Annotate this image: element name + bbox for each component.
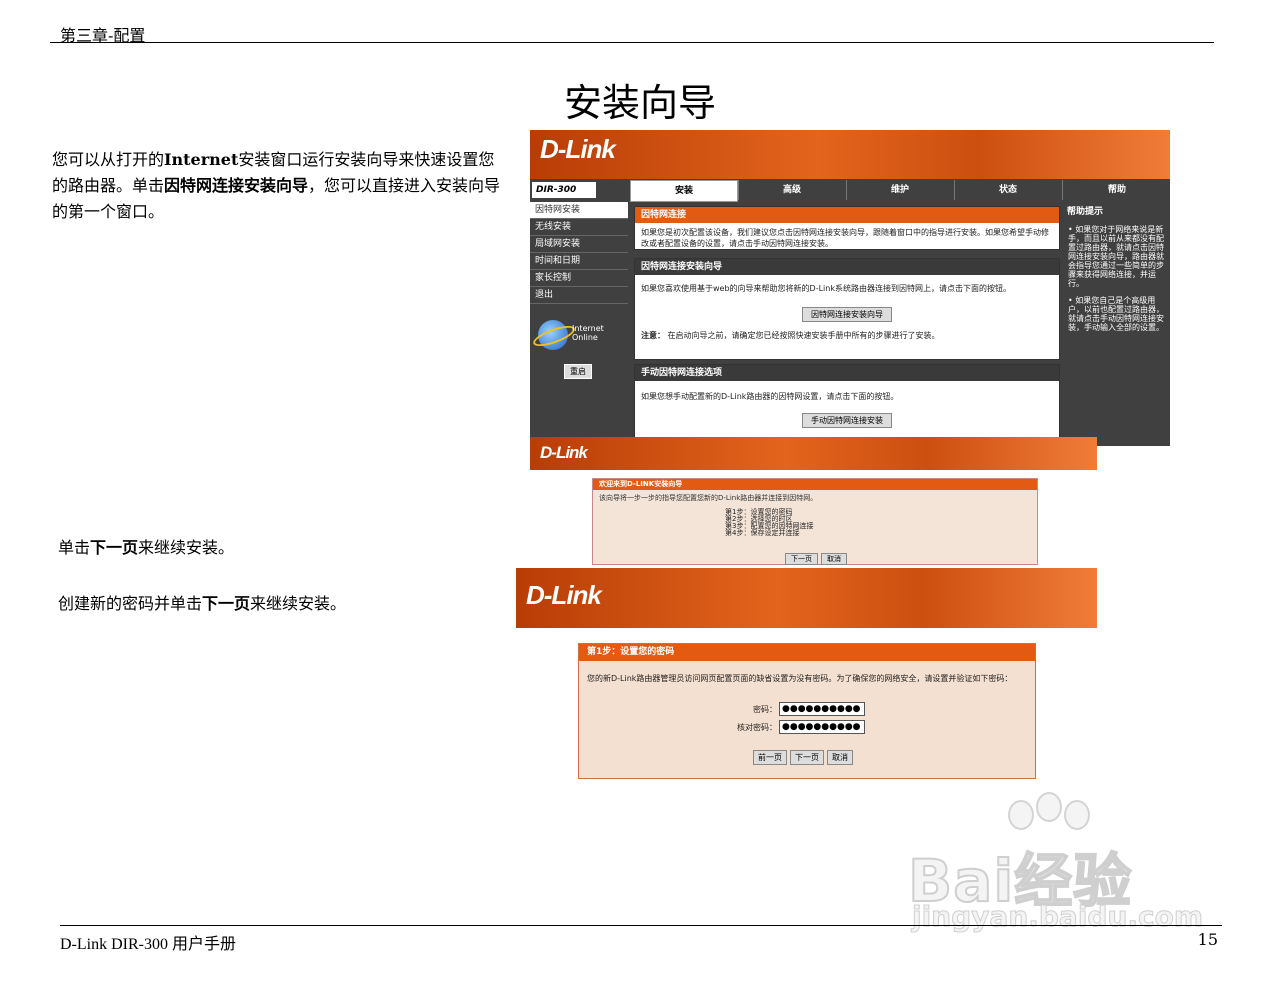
wizard-welcome-screenshot: 欢迎来到D-LINK安装向导 该向导将一步一步的指导您配置您新的D-Link路由… <box>592 478 1038 565</box>
password-banner: D-Link <box>516 568 1097 628</box>
section1-title: 因特网连接 <box>635 207 1059 223</box>
tab-status[interactable]: 状态 <box>954 180 1061 200</box>
tab-advanced[interactable]: 高级 <box>738 180 845 200</box>
intro-bold-wizard: 因特网连接安装向导 <box>164 176 309 195</box>
next-instr-c: 来继续安装。 <box>138 538 235 557</box>
verify-password-label: 核对密码： <box>737 723 777 732</box>
help-title: 帮助提示 <box>1067 207 1104 217</box>
wizard-buttons: 下一页 取消 <box>785 546 850 565</box>
wizard-desc: 该向导将一步一步的指导您配置您新的D-Link路由器并连接到因特网。 <box>599 494 818 502</box>
page-number: 15 <box>1197 930 1218 949</box>
footer-rule <box>60 925 1222 926</box>
dlink-logo-2: D-Link <box>540 443 588 462</box>
internet-explorer-icon <box>538 320 568 350</box>
section2-body: 如果您喜欢使用基于web的向导来帮助您将新的D-Link系统路由器连接到因特网上… <box>641 284 1011 293</box>
section-wizard: 因特网连接安装向导 如果您喜欢使用基于web的向导来帮助您将新的D-Link系统… <box>634 258 1060 360</box>
tab-setup[interactable]: 安装 <box>630 180 738 202</box>
page-title: 安装向导 <box>563 81 716 125</box>
paw-toe-3 <box>1064 800 1090 830</box>
router-sidebar: 因特网安装 无线安装 局域网安装 时间和日期 家长控制 退出 Internet … <box>530 202 628 446</box>
section3-title: 手动因特网连接选项 <box>635 365 1059 381</box>
intro-text-1: 您可以从打开的 <box>52 150 165 169</box>
note-text: 在启动向导之前，请确定您已经按照快速安装手册中所有的步骤进行了安装。 <box>667 331 940 340</box>
model-label: DIR-300 <box>532 182 596 198</box>
prev-button[interactable]: 前一页 <box>753 750 787 765</box>
sidebar-item-time[interactable]: 时间和日期 <box>530 253 628 270</box>
section2-note: 注意： 在启动向导之前，请确定您已经按照快速安装手册中所有的步骤进行了安装。 <box>635 322 1059 345</box>
wizard-banner: D-Link <box>530 437 1097 470</box>
pw-instr-c: 来继续安装。 <box>250 594 347 613</box>
footer-manual-title: D-Link DIR-300 用户手册 <box>60 936 236 953</box>
password-step-title: 第1步：设置您的密码 <box>579 644 1035 661</box>
password-label: 密码： <box>753 705 777 714</box>
section-manual: 手动因特网连接选项 如果您想手动配置新的D-Link路由器的因特网设置，请点击下… <box>634 364 1060 446</box>
watermark-url: jingyan.baidu.com <box>911 900 1204 934</box>
router-main: 因特网连接 如果您是初次配置该设备，我们建议您点击因特网连接安装向导，跟随着窗口… <box>630 202 1062 446</box>
wizard-next-button[interactable]: 下一页 <box>785 553 818 565</box>
pw-instr-bold: 下一页 <box>202 594 251 613</box>
section3-body: 如果您想手动配置新的D-Link路由器的因特网设置，请点击下面的按钮。 <box>641 392 899 401</box>
sidebar-item-logout[interactable]: 退出 <box>530 287 628 304</box>
sidebar-item-wireless[interactable]: 无线安装 <box>530 219 628 236</box>
wizard-button[interactable]: 因特网连接安装向导 <box>802 307 892 322</box>
intro-bold-internet: Internet <box>164 150 239 169</box>
dlink-logo: D-Link <box>540 134 616 164</box>
paw-toe-2 <box>1036 792 1062 822</box>
sidebar-item-internet[interactable]: 因特网安装 <box>530 202 628 219</box>
next-instr-a: 单击 <box>58 538 91 557</box>
password-instruction: 创建新的密码并单击下一页来继续安装。 <box>58 591 346 617</box>
dlink-logo-3: D-Link <box>526 580 602 610</box>
next-instruction: 单击下一页来继续安装。 <box>58 535 234 561</box>
reboot-button[interactable]: 重启 <box>564 364 592 379</box>
sidebar-item-parental[interactable]: 家长控制 <box>530 270 628 287</box>
note-label: 注意： <box>641 331 665 340</box>
help-text-2: • 如果您自己是个高级用户，以前也配置过路由器，就请点击手动因特网连接安装，手动… <box>1068 296 1164 332</box>
verify-password-input[interactable]: ●●●●●●●●●● <box>779 720 865 734</box>
password-input[interactable]: ●●●●●●●●●● <box>779 702 865 716</box>
paw-toe-1 <box>1008 800 1034 830</box>
tab-help[interactable]: 帮助 <box>1062 180 1171 200</box>
section2-title: 因特网连接安装向导 <box>635 259 1059 275</box>
password-buttons: 前一页 下一页 取消 <box>753 745 856 765</box>
help-panel: 帮助提示 • 如果您对于网络来说是新手，而且以前从来都没有配置过路由器，就请点击… <box>1064 202 1170 446</box>
tab-maintenance[interactable]: 维护 <box>846 180 953 200</box>
next-instr-bold: 下一页 <box>90 538 139 557</box>
pw-instr-a: 创建新的密码并单击 <box>58 594 203 613</box>
section-internet-connection: 因特网连接 如果您是初次配置该设备，我们建议您点击因特网连接安装向导，跟随着窗口… <box>634 206 1060 250</box>
wizard-cancel-button[interactable]: 取消 <box>821 553 847 565</box>
header-rule <box>50 42 1214 43</box>
section1-body: 如果您是初次配置该设备，我们建议您点击因特网连接安装向导，跟随着窗口中的指导进行… <box>641 228 1049 248</box>
internet-status-line1: Internet <box>572 324 604 333</box>
password-step-screenshot: 第1步：设置您的密码 您的新D-Link路由器管理员访问网页配置页面的缺省设置为… <box>578 643 1036 779</box>
cancel-button[interactable]: 取消 <box>827 750 853 765</box>
next-button[interactable]: 下一页 <box>790 750 824 765</box>
router-setup-screenshot: D-Link DIR-300 安装 高级 维护 状态 帮助 因特网安装 无线安装… <box>530 130 1170 446</box>
intro-paragraph: 您可以从打开的Internet安装窗口运行安装向导来快速设置您的路由器。单击因特… <box>52 147 502 225</box>
internet-status: Internet Online <box>572 324 604 342</box>
wizard-step-4: 第4步：保存设定并连接 <box>725 529 800 537</box>
router-banner: D-Link <box>530 130 1170 179</box>
help-text-1: • 如果您对于网络来说是新手，而且以前从来都没有配置过路由器，就请点击因特网连接… <box>1068 225 1164 288</box>
manual-setup-button[interactable]: 手动因特网连接安装 <box>802 413 892 428</box>
password-desc: 您的新D-Link路由器管理员访问网页配置页面的缺省设置为没有密码。为了确保您的… <box>587 674 1013 683</box>
router-navbar: DIR-300 安装 高级 维护 状态 帮助 <box>530 180 1171 202</box>
sidebar-item-lan[interactable]: 局域网安装 <box>530 236 628 253</box>
wizard-title: 欢迎来到D-LINK安装向导 <box>593 479 1037 490</box>
wizard-steps: 第1步：设置您的密码 第2步：选择您的时区 第3步：配置您的因特网连接 第4步：… <box>725 509 813 537</box>
internet-status-line2: Online <box>572 333 598 342</box>
